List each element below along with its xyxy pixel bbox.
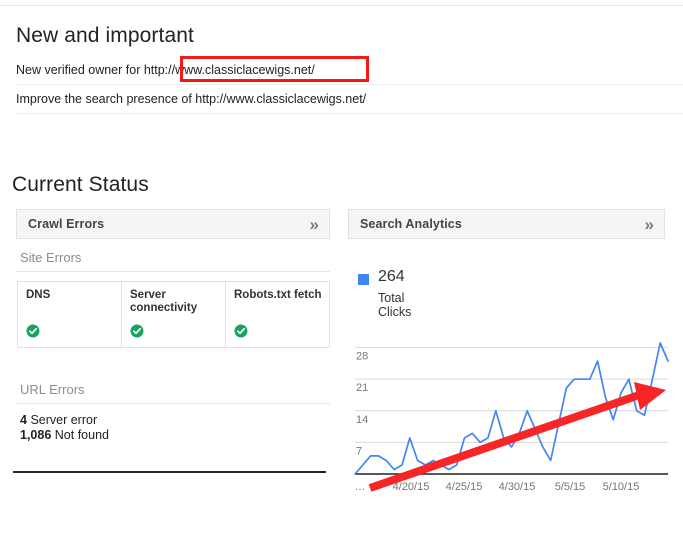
chart-x-tick-label: 5/10/15 (603, 481, 640, 493)
url-error-count-not-found: 1,086 (20, 428, 52, 442)
chart-x-tick-label: … (355, 481, 366, 493)
chart-x-tick-label: 4/25/15 (446, 481, 483, 493)
url-error-label-server-error: Server error (30, 413, 98, 427)
search-analytics-chart: 7 14 21 28 … 4/20/15 4/25/15 4/30/15 5/5/15 5/10… (348, 330, 683, 498)
chart-x-tick-label: 4/20/15 (393, 481, 430, 493)
green-check-circle-icon (234, 324, 248, 338)
site-errors-table: DNS Server connectivity Robots.txt fetch (17, 281, 330, 348)
site-error-label-dns: DNS (26, 289, 51, 301)
chart-series-total-clicks (354, 342, 669, 475)
total-clicks-value: 264 (378, 268, 405, 285)
url-error-count-server-error: 4 (20, 413, 27, 427)
green-check-circle-icon (130, 324, 144, 338)
total-clicks-caption: Total Clicks (378, 291, 412, 319)
clicks-line-chart-svg: 7 14 21 28 … 4/20/15 4/25/15 4/30/15 5/5/15 5/10… (354, 342, 669, 493)
chart-y-tick-label: 7 (356, 445, 362, 457)
site-errors-divider (16, 271, 330, 272)
site-errors-label: Site Errors (20, 250, 82, 265)
double-chevron-right-icon[interactable]: » (645, 216, 655, 233)
chart-y-axis-labels: 7 14 21 28 (356, 351, 368, 458)
red-trend-arrow-annotation (368, 382, 666, 492)
url-error-label-not-found: Not found (54, 428, 109, 442)
double-chevron-right-icon[interactable]: » (310, 216, 320, 233)
page-title-current-status: Current Status (12, 173, 149, 196)
panel-header-label-search-analytics: Search Analytics (360, 217, 462, 231)
green-check-circle-icon (26, 324, 40, 338)
site-error-label-server-connectivity: Server connectivity (130, 289, 198, 314)
url-errors-label: URL Errors (20, 382, 85, 397)
chart-y-tick-label: 21 (356, 382, 368, 394)
app-root: New and important New verified owner for… (0, 0, 683, 539)
notification-item-improve-search-presence[interactable]: Improve the search presence of http://ww… (16, 92, 366, 106)
page-title-new-and-important: New and important (16, 24, 194, 47)
site-error-cell-dns[interactable]: DNS (18, 282, 122, 347)
panel-bottom-divider (13, 471, 326, 473)
notification-item-new-verified-owner[interactable]: New verified owner for http://www.classi… (16, 63, 315, 77)
site-error-cell-server-connectivity[interactable]: Server connectivity (122, 282, 226, 347)
legend-swatch-total-clicks (358, 274, 369, 285)
url-errors-divider (16, 403, 330, 404)
panel-header-label-crawl-errors: Crawl Errors (28, 217, 105, 231)
url-error-row-server-error[interactable]: 4 Server error (20, 413, 97, 427)
url-error-row-not-found[interactable]: 1,086 Not found (20, 428, 109, 442)
notification-divider-0 (16, 84, 683, 85)
top-divider (0, 5, 683, 6)
notification-divider-1 (16, 113, 683, 114)
site-error-cell-robots-txt-fetch[interactable]: Robots.txt fetch (226, 282, 329, 347)
chart-y-tick-label: 28 (356, 351, 368, 363)
panel-header-search-analytics[interactable]: Search Analytics » (348, 209, 665, 239)
panel-header-crawl-errors[interactable]: Crawl Errors » (16, 209, 330, 239)
chart-x-tick-label: 4/30/15 (499, 481, 536, 493)
site-error-label-robots-txt-fetch: Robots.txt fetch (234, 289, 322, 301)
chart-y-tick-label: 14 (356, 414, 368, 426)
chart-x-tick-label: 5/5/15 (555, 481, 586, 493)
